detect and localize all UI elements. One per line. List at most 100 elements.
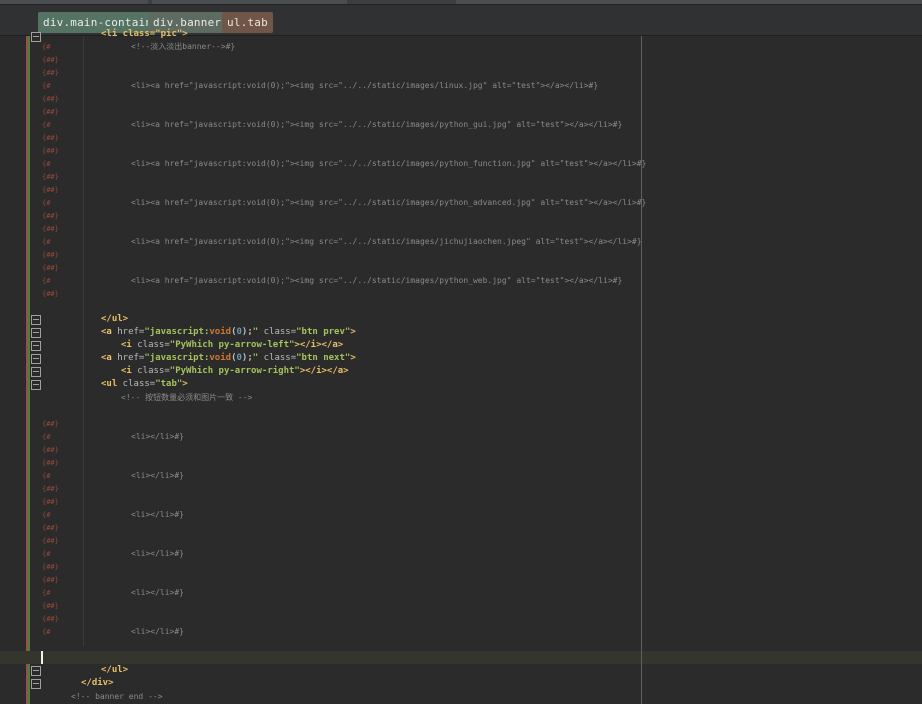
template-comment-marker: {##} xyxy=(42,615,59,623)
tag-token: ></i></a> xyxy=(299,366,349,376)
tag-token: <i xyxy=(121,340,132,350)
attr-token: class= xyxy=(258,327,297,337)
template-comment-marker: {# xyxy=(42,550,51,558)
attr-token: class= xyxy=(258,353,297,363)
template-comment-marker: {##} xyxy=(42,485,59,493)
fold-marker-icon[interactable] xyxy=(31,666,41,676)
text-caret xyxy=(41,651,43,664)
fold-marker-icon[interactable] xyxy=(31,315,41,325)
code-line-div-close[interactable]: </div> xyxy=(81,678,114,689)
template-comment-marker: {##} xyxy=(42,173,59,181)
fold-marker-icon[interactable] xyxy=(31,679,41,689)
code-line-ul-close[interactable]: </ul> xyxy=(101,314,128,325)
template-comment-marker: {# xyxy=(42,199,51,207)
fold-marker-icon[interactable] xyxy=(31,367,41,377)
template-comment-marker: {##} xyxy=(42,498,59,506)
attr-token: href= xyxy=(111,327,145,337)
gutter-separator xyxy=(83,36,84,646)
template-comment-marker: {##} xyxy=(42,563,59,571)
attr-token: class= xyxy=(131,366,170,376)
code-line-tab-item[interactable]: <li></li>#} xyxy=(131,509,184,520)
string-token: "javascript: xyxy=(144,353,210,363)
editor-tab[interactable] xyxy=(0,0,148,4)
code-line-prev-icon[interactable]: <i class="PyWhich py-arrow-left"></i></a… xyxy=(121,340,343,351)
tag-token: <a xyxy=(101,327,112,337)
change-bar-added[interactable] xyxy=(28,36,30,704)
template-comment-marker: {##} xyxy=(42,212,59,220)
line-gutter[interactable] xyxy=(0,36,82,704)
fold-marker-icon[interactable] xyxy=(31,32,41,42)
code-line-next-icon[interactable]: <i class="PyWhich py-arrow-right"></i></… xyxy=(121,366,349,377)
code-line-tab-comment[interactable]: <!-- 按钮数量必须和图片一致 --> xyxy=(121,392,252,403)
code-line-ul-close-2[interactable]: </ul> xyxy=(101,665,128,676)
template-comment-marker: {# xyxy=(42,589,51,597)
code-line-img-item[interactable]: <li><a href="javascript:void(0);"><img s… xyxy=(131,80,598,91)
code-line-tab-item[interactable]: <li></li>#} xyxy=(131,548,184,559)
string-token: "javascript: xyxy=(144,327,210,337)
current-line-highlight xyxy=(0,651,922,664)
right-margin-guide xyxy=(641,36,642,704)
tag-token: > xyxy=(350,353,356,363)
punct-token: ); xyxy=(241,327,253,337)
code-line-img-item[interactable]: <li><a href="javascript:void(0);"><img s… xyxy=(131,119,622,130)
template-comment-marker: {##} xyxy=(42,264,59,272)
code-line-tab-item[interactable]: <li></li>#} xyxy=(131,470,184,481)
string-token: "btn prev" xyxy=(296,327,351,337)
template-comment-marker: {# xyxy=(42,238,51,246)
code-line-prev-link[interactable]: <a href="javascript:void(0);" class="btn… xyxy=(101,327,356,338)
editor-tab[interactable] xyxy=(456,0,922,4)
template-comment-marker: {# xyxy=(42,121,51,129)
template-comment-marker: {##} xyxy=(42,95,59,103)
template-comment-marker: {##} xyxy=(42,186,59,194)
string-token: "tab" xyxy=(155,379,183,389)
template-comment-marker: {##} xyxy=(42,537,59,545)
code-line-tab-item[interactable]: <li></li>#} xyxy=(131,626,184,637)
fold-marker-icon[interactable] xyxy=(31,328,41,338)
template-comment-marker: {##} xyxy=(42,56,59,64)
breadcrumb-ul-tab[interactable]: ul.tab xyxy=(222,12,273,33)
template-comment-marker: {##} xyxy=(42,134,59,142)
string-token: "PyWhich py-arrow-left" xyxy=(169,340,295,350)
template-comment-marker: {# xyxy=(42,433,51,441)
editor-tab[interactable] xyxy=(152,0,347,4)
template-comment-marker: {##} xyxy=(42,420,59,428)
keyword-token: void xyxy=(209,327,232,337)
code-line-tab-item[interactable]: <li></li>#} xyxy=(131,587,184,598)
template-comment-marker: {# xyxy=(42,82,51,90)
attr-token: class= xyxy=(131,340,170,350)
template-comment-marker: {##} xyxy=(42,576,59,584)
template-comment-marker: {##} xyxy=(42,147,59,155)
string-token: "btn next" xyxy=(296,353,351,363)
code-line-img-item[interactable]: <li><a href="javascript:void(0);"><img s… xyxy=(131,197,646,208)
template-comment-marker: {# xyxy=(42,472,51,480)
code-line-comment[interactable]: <!--淡入淡出banner-->#} xyxy=(131,41,235,52)
fold-marker-icon[interactable] xyxy=(31,341,41,351)
code-line-li-pic[interactable]: <li class="pic"> xyxy=(101,29,188,40)
template-comment-marker: {# xyxy=(42,511,51,519)
template-comment-marker: {##} xyxy=(42,108,59,116)
template-comment-marker: {##} xyxy=(42,225,59,233)
template-comment-marker: {##} xyxy=(42,446,59,454)
code-line-img-item[interactable]: <li><a href="javascript:void(0);"><img s… xyxy=(131,236,642,247)
code-line-tab-item[interactable]: <li></li>#} xyxy=(131,431,184,442)
code-line-next-link[interactable]: <a href="javascript:void(0);" class="btn… xyxy=(101,353,356,364)
keyword-token: void xyxy=(209,353,232,363)
template-comment-marker: {##} xyxy=(42,459,59,467)
template-comment-marker: {##} xyxy=(42,290,59,298)
code-line-banner-end[interactable]: <!-- banner end --> xyxy=(71,691,163,702)
template-comment-marker: {# xyxy=(42,160,51,168)
punct-token: ); xyxy=(241,353,253,363)
tag-token: <a xyxy=(101,353,112,363)
attr-token: href= xyxy=(111,353,145,363)
code-line-img-item[interactable]: <li><a href="javascript:void(0);"><img s… xyxy=(131,158,646,169)
fold-marker-icon[interactable] xyxy=(31,380,41,390)
tag-token: > xyxy=(182,379,188,389)
code-line-ul-tab[interactable]: <ul class="tab"> xyxy=(101,379,188,390)
attr-token: class= xyxy=(117,379,156,389)
tag-token: <i xyxy=(121,366,132,376)
template-comment-marker: {##} xyxy=(42,602,59,610)
template-comment-marker: {# xyxy=(42,277,51,285)
code-line-img-item[interactable]: <li><a href="javascript:void(0);"><img s… xyxy=(131,275,622,286)
fold-marker-icon[interactable] xyxy=(31,354,41,364)
template-comment-marker: {# xyxy=(42,43,51,51)
